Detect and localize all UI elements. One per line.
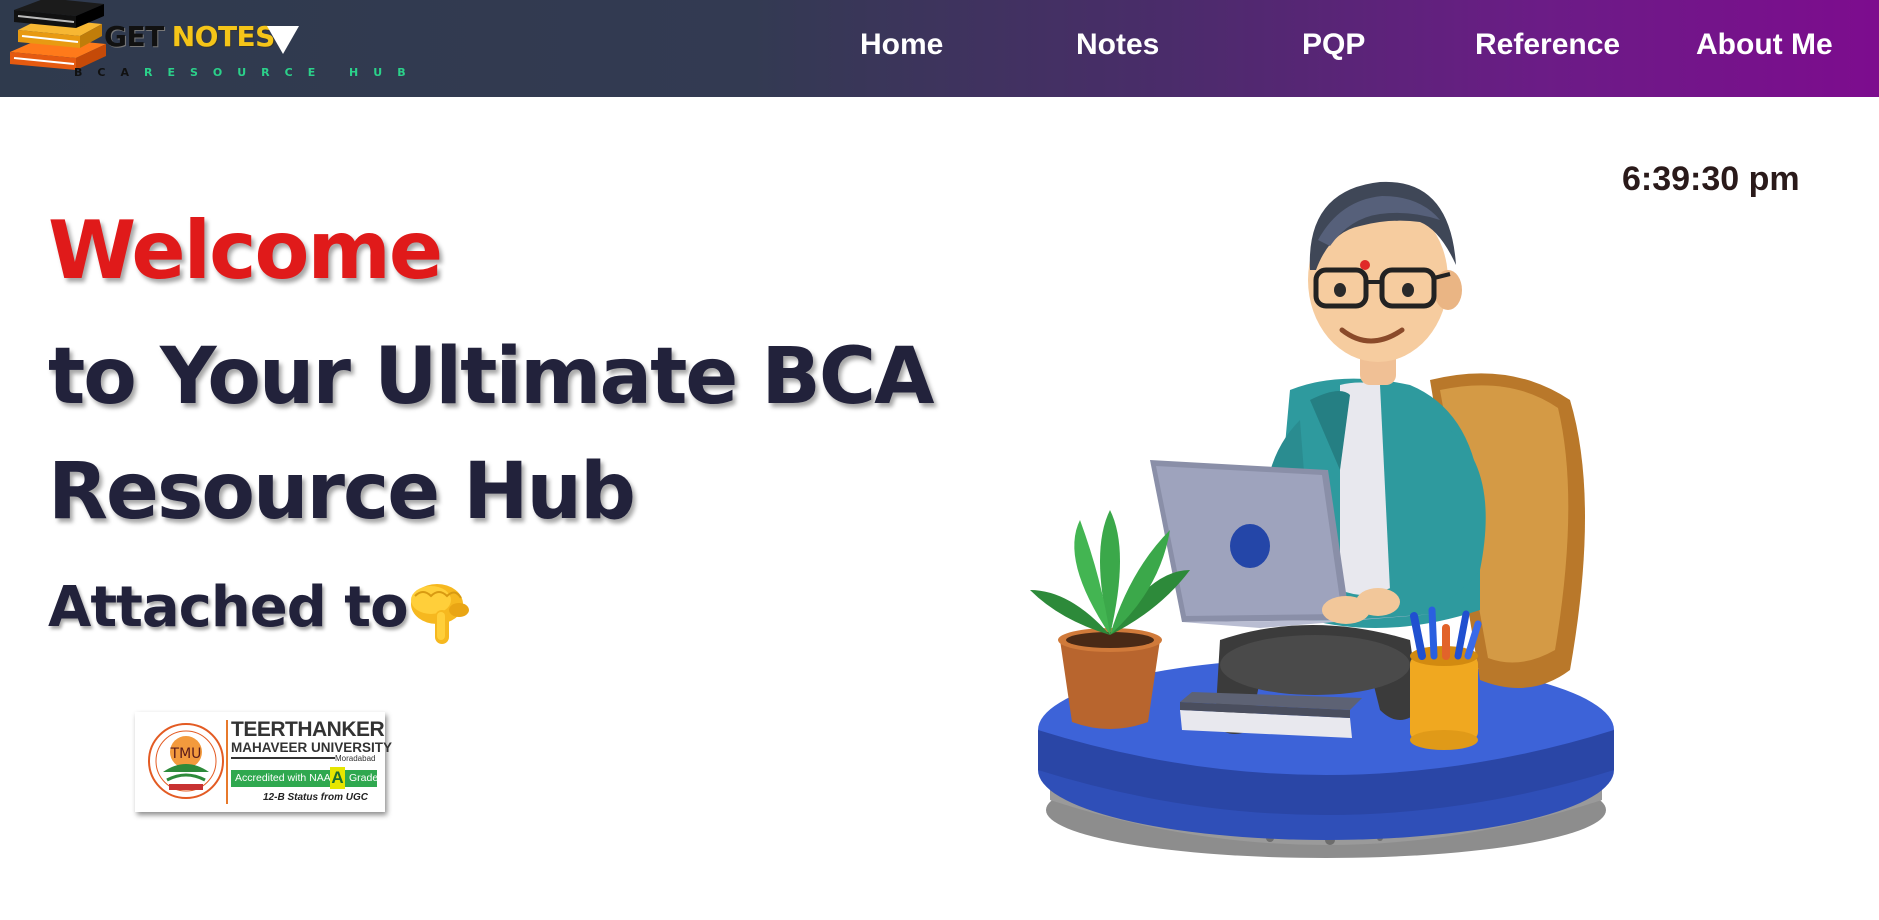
nav-home[interactable]: Home — [860, 28, 943, 62]
university-badge[interactable]: TMU TEERTHANKER MAHAVEER UNIVERSITY Mora… — [135, 712, 392, 812]
nav-about-me[interactable]: About Me — [1696, 28, 1833, 62]
university-sub-name: MAHAVEER UNIVERSITY — [231, 740, 393, 755]
live-clock: 6:39:30 pm — [1622, 160, 1800, 198]
top-navbar: GET NOTES BCARESOURCE HUB Home Notes PQP … — [0, 0, 1879, 97]
main-nav: Home Notes PQP Reference About Me — [0, 0, 1879, 97]
accreditation-suffix: Grade — [349, 772, 379, 784]
attached-to-heading: Attached to — [48, 575, 409, 640]
tagline-heading: to Your Ultimate BCA Resource Hub — [48, 320, 998, 550]
tagline-line-1: to Your Ultimate BCA — [48, 332, 934, 422]
university-city: Moradabad — [335, 754, 376, 763]
tagline-line-2: Resource Hub — [48, 447, 636, 537]
naac-accreditation-bar: Accredited with NAAC A Grade — [231, 767, 379, 789]
svg-text:TMU: TMU — [170, 746, 202, 762]
badge-rule — [231, 757, 335, 759]
university-seal-icon: TMU — [148, 723, 224, 799]
nav-pqp[interactable]: PQP — [1302, 28, 1365, 62]
accreditation-prefix: Accredited with NAAC — [235, 772, 339, 784]
nav-reference[interactable]: Reference — [1475, 28, 1620, 62]
badge-divider — [226, 720, 228, 804]
welcome-heading: Welcome — [48, 204, 443, 297]
student-on-laptop-illustration — [1030, 181, 1614, 858]
nav-notes[interactable]: Notes — [1076, 28, 1159, 62]
ugc-status: 12-B Status from UGC — [263, 792, 369, 803]
naac-grade: A — [330, 767, 345, 789]
pointing-down-hand-icon — [411, 584, 469, 644]
university-name: TEERTHANKER — [231, 718, 385, 741]
